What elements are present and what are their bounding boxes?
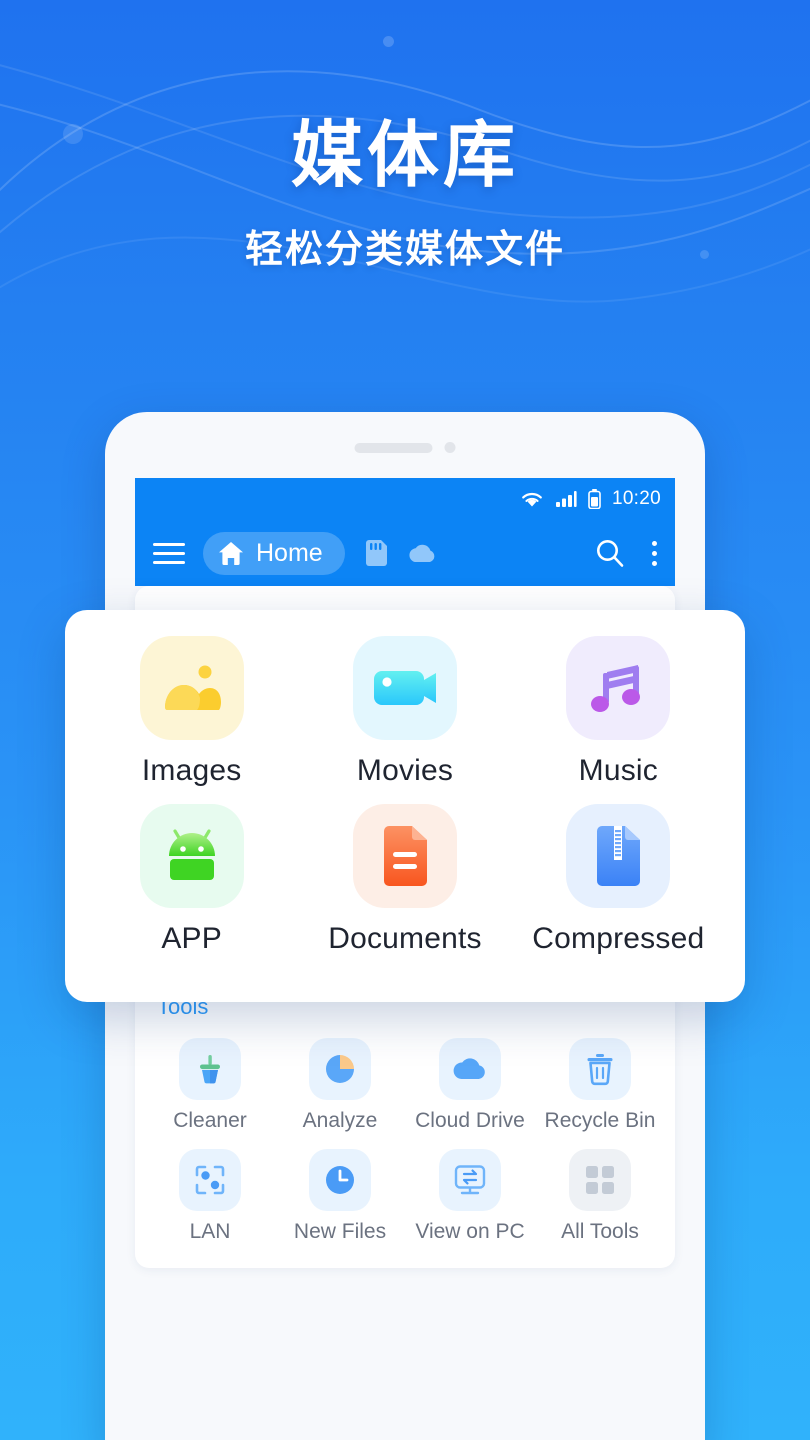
home-icon bbox=[219, 542, 243, 565]
clock-icon bbox=[309, 1149, 371, 1211]
document-icon bbox=[352, 804, 457, 908]
media-item-documents[interactable]: Documents bbox=[298, 804, 511, 956]
media-item-movies[interactable]: Movies bbox=[298, 636, 511, 788]
tool-label: New Files bbox=[293, 1220, 387, 1243]
promo-subtitle: 轻松分类媒体文件 bbox=[244, 229, 565, 271]
media-label: Music bbox=[578, 754, 658, 787]
grid-icon bbox=[569, 1149, 631, 1211]
tools-row-2: LAN New Files View on PC All Tools bbox=[145, 1139, 665, 1250]
monitor-transfer-icon bbox=[439, 1149, 501, 1211]
promo-screen: 媒体库 轻松分类媒体文件 10:20 Home Tools Cleaner An… bbox=[0, 0, 810, 1440]
tool-label: LAN bbox=[189, 1220, 231, 1243]
battery-icon bbox=[588, 489, 601, 509]
media-library-overlay: Images Movies Music APP Documents Compre… bbox=[65, 610, 745, 1002]
tools-card: Tools Cleaner Analyze Cloud Drive Recycl… bbox=[135, 978, 675, 1268]
tool-label: Recycle Bin bbox=[544, 1109, 656, 1132]
media-label: APP bbox=[161, 922, 222, 955]
media-label: Compressed bbox=[532, 922, 705, 955]
video-camera-icon bbox=[352, 636, 457, 740]
status-clock: 10:20 bbox=[611, 488, 661, 509]
tools-row-1: Cleaner Analyze Cloud Drive Recycle Bin bbox=[145, 1028, 665, 1139]
search-icon[interactable] bbox=[594, 537, 626, 569]
cloud-icon bbox=[439, 1038, 501, 1100]
speaker-grille bbox=[354, 442, 433, 453]
tool-label: Cloud Drive bbox=[415, 1109, 525, 1132]
tab-home-label: Home bbox=[256, 538, 323, 567]
music-note-icon bbox=[566, 636, 671, 740]
pie-chart-icon bbox=[309, 1038, 371, 1100]
media-label: Documents bbox=[328, 922, 482, 955]
zip-file-icon bbox=[566, 804, 671, 908]
media-item-compressed[interactable]: Compressed bbox=[512, 804, 725, 956]
tool-recycle-bin[interactable]: Recycle Bin bbox=[535, 1028, 665, 1139]
tool-analyze[interactable]: Analyze bbox=[275, 1028, 405, 1139]
tab-home[interactable]: Home bbox=[203, 531, 345, 575]
media-item-music[interactable]: Music bbox=[512, 636, 725, 788]
trash-icon bbox=[569, 1038, 631, 1100]
media-item-images[interactable]: Images bbox=[85, 636, 298, 788]
android-icon bbox=[139, 804, 244, 908]
front-camera-dot bbox=[444, 442, 456, 453]
tool-cloud-drive[interactable]: Cloud Drive bbox=[405, 1028, 535, 1139]
status-bar: 10:20 bbox=[135, 478, 675, 520]
tool-lan[interactable]: LAN bbox=[145, 1139, 275, 1250]
media-grid: Images Movies Music APP Documents Compre… bbox=[85, 636, 725, 972]
promo-title: 媒体库 bbox=[290, 116, 519, 196]
tool-label: View on PC bbox=[415, 1220, 525, 1243]
tool-label: All Tools bbox=[561, 1220, 639, 1243]
tool-cleaner[interactable]: Cleaner bbox=[145, 1028, 275, 1139]
tool-all-tools[interactable]: All Tools bbox=[535, 1139, 665, 1250]
tool-label: Analyze bbox=[302, 1109, 378, 1132]
tool-new-files[interactable]: New Files bbox=[275, 1139, 405, 1250]
broom-icon bbox=[179, 1038, 241, 1100]
phone-earpiece bbox=[354, 442, 456, 453]
more-vertical-icon[interactable] bbox=[652, 540, 657, 566]
cloud-icon[interactable] bbox=[407, 542, 437, 564]
media-label: Movies bbox=[356, 754, 454, 787]
tool-view-on-pc[interactable]: View on PC bbox=[405, 1139, 535, 1250]
decor-bubble bbox=[383, 36, 394, 47]
hamburger-menu-icon[interactable] bbox=[153, 542, 185, 564]
lan-icon bbox=[179, 1149, 241, 1211]
app-nav-bar: Home bbox=[135, 520, 675, 586]
image-cloud-icon bbox=[139, 636, 244, 740]
wifi-icon bbox=[522, 492, 542, 507]
media-label: Images bbox=[141, 754, 242, 787]
tool-label: Cleaner bbox=[173, 1109, 247, 1132]
sdcard-icon[interactable] bbox=[365, 540, 387, 566]
signal-icon bbox=[555, 491, 577, 507]
media-item-app[interactable]: APP bbox=[85, 804, 298, 956]
